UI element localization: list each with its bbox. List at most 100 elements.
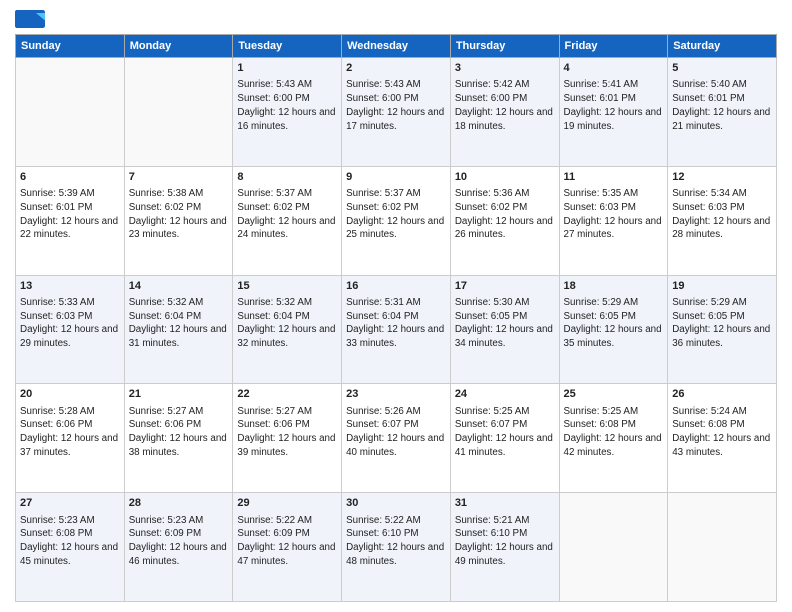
cell-sun-info: Sunrise: 5:32 AM Sunset: 6:04 PM Dayligh… [129, 296, 229, 351]
col-friday: Friday [559, 35, 668, 58]
col-tuesday: Tuesday [233, 35, 342, 58]
cell-sun-info: Sunrise: 5:24 AM Sunset: 6:08 PM Dayligh… [672, 405, 772, 460]
cell-sun-info: Sunrise: 5:39 AM Sunset: 6:01 PM Dayligh… [20, 187, 120, 242]
cell-sun-info: Sunrise: 5:41 AM Sunset: 6:01 PM Dayligh… [564, 78, 664, 133]
cell-sun-info: Sunrise: 5:40 AM Sunset: 6:01 PM Dayligh… [672, 78, 772, 133]
cell-day-number: 3 [455, 61, 555, 76]
cell-sun-info: Sunrise: 5:22 AM Sunset: 6:09 PM Dayligh… [237, 514, 337, 569]
cell-day-number: 24 [455, 387, 555, 402]
table-row: 8 Sunrise: 5:37 AM Sunset: 6:02 PM Daylig… [233, 166, 342, 275]
calendar-week-row: 27 Sunrise: 5:23 AM Sunset: 6:08 PM Dayli… [16, 493, 777, 602]
header-row: Sunday Monday Tuesday Wednesday Thursday… [16, 35, 777, 58]
cell-sun-info: Sunrise: 5:36 AM Sunset: 6:02 PM Dayligh… [455, 187, 555, 242]
cell-sun-info: Sunrise: 5:27 AM Sunset: 6:06 PM Dayligh… [129, 405, 229, 460]
table-row: 29 Sunrise: 5:22 AM Sunset: 6:09 PM Dayli… [233, 493, 342, 602]
cell-day-number: 29 [237, 496, 337, 511]
table-row [668, 493, 777, 602]
table-row: 13 Sunrise: 5:33 AM Sunset: 6:03 PM Dayli… [16, 275, 125, 384]
cell-sun-info: Sunrise: 5:33 AM Sunset: 6:03 PM Dayligh… [20, 296, 120, 351]
table-row: 20 Sunrise: 5:28 AM Sunset: 6:06 PM Dayli… [16, 384, 125, 493]
cell-day-number: 17 [455, 279, 555, 294]
logo [15, 10, 49, 28]
cell-day-number: 12 [672, 170, 772, 185]
table-row: 15Sunrise: 5:32 AM Sunset: 6:04 PM Dayli… [233, 275, 342, 384]
cell-day-number: 27 [20, 496, 120, 511]
table-row: 18Sunrise: 5:29 AM Sunset: 6:05 PM Dayli… [559, 275, 668, 384]
cell-day-number: 26 [672, 387, 772, 402]
cell-sun-info: Sunrise: 5:23 AM Sunset: 6:08 PM Dayligh… [20, 514, 120, 569]
col-sunday: Sunday [16, 35, 125, 58]
cell-day-number: 9 [346, 170, 446, 185]
col-thursday: Thursday [450, 35, 559, 58]
page: Sunday Monday Tuesday Wednesday Thursday… [0, 0, 792, 612]
cell-day-number: 10 [455, 170, 555, 185]
cell-day-number: 25 [564, 387, 664, 402]
calendar-week-row: 20 Sunrise: 5:28 AM Sunset: 6:06 PM Dayli… [16, 384, 777, 493]
cell-day-number: 2 [346, 61, 446, 76]
cell-sun-info: Sunrise: 5:25 AM Sunset: 6:07 PM Dayligh… [455, 405, 555, 460]
calendar-body: 1 Sunrise: 5:43 AM Sunset: 6:00 PM Daylig… [16, 58, 777, 602]
cell-sun-info: Sunrise: 5:37 AM Sunset: 6:02 PM Dayligh… [237, 187, 337, 242]
cell-sun-info: Sunrise: 5:37 AM Sunset: 6:02 PM Dayligh… [346, 187, 446, 242]
cell-sun-info: Sunrise: 5:25 AM Sunset: 6:08 PM Dayligh… [564, 405, 664, 460]
cell-sun-info: Sunrise: 5:28 AM Sunset: 6:06 PM Dayligh… [20, 405, 120, 460]
cell-sun-info: Sunrise: 5:29 AM Sunset: 6:05 PM Dayligh… [564, 296, 664, 351]
table-row: 3Sunrise: 5:42 AM Sunset: 6:00 PM Daylig… [450, 58, 559, 167]
table-row: 23 Sunrise: 5:26 AM Sunset: 6:07 PM Dayli… [342, 384, 451, 493]
table-row: 24 Sunrise: 5:25 AM Sunset: 6:07 PM Dayli… [450, 384, 559, 493]
table-row: 11Sunrise: 5:35 AM Sunset: 6:03 PM Dayli… [559, 166, 668, 275]
cell-sun-info: Sunrise: 5:38 AM Sunset: 6:02 PM Dayligh… [129, 187, 229, 242]
table-row: 30Sunrise: 5:22 AM Sunset: 6:10 PM Dayli… [342, 493, 451, 602]
cell-day-number: 28 [129, 496, 229, 511]
table-row: 21Sunrise: 5:27 AM Sunset: 6:06 PM Dayli… [124, 384, 233, 493]
table-row: 2 Sunrise: 5:43 AM Sunset: 6:00 PM Daylig… [342, 58, 451, 167]
cell-day-number: 20 [20, 387, 120, 402]
table-row: 4 Sunrise: 5:41 AM Sunset: 6:01 PM Daylig… [559, 58, 668, 167]
cell-day-number: 1 [237, 61, 337, 76]
cell-sun-info: Sunrise: 5:31 AM Sunset: 6:04 PM Dayligh… [346, 296, 446, 351]
cell-day-number: 8 [237, 170, 337, 185]
cell-day-number: 4 [564, 61, 664, 76]
cell-sun-info: Sunrise: 5:22 AM Sunset: 6:10 PM Dayligh… [346, 514, 446, 569]
cell-sun-info: Sunrise: 5:34 AM Sunset: 6:03 PM Dayligh… [672, 187, 772, 242]
calendar-week-row: 13 Sunrise: 5:33 AM Sunset: 6:03 PM Dayli… [16, 275, 777, 384]
logo-icon [15, 10, 45, 28]
table-row: 17 Sunrise: 5:30 AM Sunset: 6:05 PM Dayli… [450, 275, 559, 384]
table-row: 7 Sunrise: 5:38 AM Sunset: 6:02 PM Daylig… [124, 166, 233, 275]
cell-day-number: 5 [672, 61, 772, 76]
table-row: 16 Sunrise: 5:31 AM Sunset: 6:04 PM Dayli… [342, 275, 451, 384]
cell-sun-info: Sunrise: 5:29 AM Sunset: 6:05 PM Dayligh… [672, 296, 772, 351]
cell-day-number: 15 [237, 279, 337, 294]
cell-sun-info: Sunrise: 5:30 AM Sunset: 6:05 PM Dayligh… [455, 296, 555, 351]
cell-day-number: 7 [129, 170, 229, 185]
col-monday: Monday [124, 35, 233, 58]
cell-sun-info: Sunrise: 5:43 AM Sunset: 6:00 PM Dayligh… [346, 78, 446, 133]
cell-sun-info: Sunrise: 5:27 AM Sunset: 6:06 PM Dayligh… [237, 405, 337, 460]
table-row: 31 Sunrise: 5:21 AM Sunset: 6:10 PM Dayli… [450, 493, 559, 602]
cell-day-number: 22 [237, 387, 337, 402]
cell-day-number: 16 [346, 279, 446, 294]
table-row: 10 Sunrise: 5:36 AM Sunset: 6:02 PM Dayli… [450, 166, 559, 275]
cell-day-number: 13 [20, 279, 120, 294]
table-row: 19Sunrise: 5:29 AM Sunset: 6:05 PM Dayli… [668, 275, 777, 384]
table-row [16, 58, 125, 167]
calendar-table: Sunday Monday Tuesday Wednesday Thursday… [15, 34, 777, 602]
table-row: 25 Sunrise: 5:25 AM Sunset: 6:08 PM Dayli… [559, 384, 668, 493]
col-wednesday: Wednesday [342, 35, 451, 58]
cell-sun-info: Sunrise: 5:43 AM Sunset: 6:00 PM Dayligh… [237, 78, 337, 133]
cell-day-number: 23 [346, 387, 446, 402]
table-row: 22 Sunrise: 5:27 AM Sunset: 6:06 PM Dayli… [233, 384, 342, 493]
cell-sun-info: Sunrise: 5:26 AM Sunset: 6:07 PM Dayligh… [346, 405, 446, 460]
table-row [559, 493, 668, 602]
cell-sun-info: Sunrise: 5:21 AM Sunset: 6:10 PM Dayligh… [455, 514, 555, 569]
table-row: 1 Sunrise: 5:43 AM Sunset: 6:00 PM Daylig… [233, 58, 342, 167]
calendar-header: Sunday Monday Tuesday Wednesday Thursday… [16, 35, 777, 58]
table-row: 28Sunrise: 5:23 AM Sunset: 6:09 PM Dayli… [124, 493, 233, 602]
table-row: 6 Sunrise: 5:39 AM Sunset: 6:01 PM Daylig… [16, 166, 125, 275]
cell-day-number: 6 [20, 170, 120, 185]
table-row: 12 Sunrise: 5:34 AM Sunset: 6:03 PM Dayli… [668, 166, 777, 275]
cell-day-number: 31 [455, 496, 555, 511]
table-row [124, 58, 233, 167]
table-row: 9 Sunrise: 5:37 AM Sunset: 6:02 PM Daylig… [342, 166, 451, 275]
cell-day-number: 14 [129, 279, 229, 294]
